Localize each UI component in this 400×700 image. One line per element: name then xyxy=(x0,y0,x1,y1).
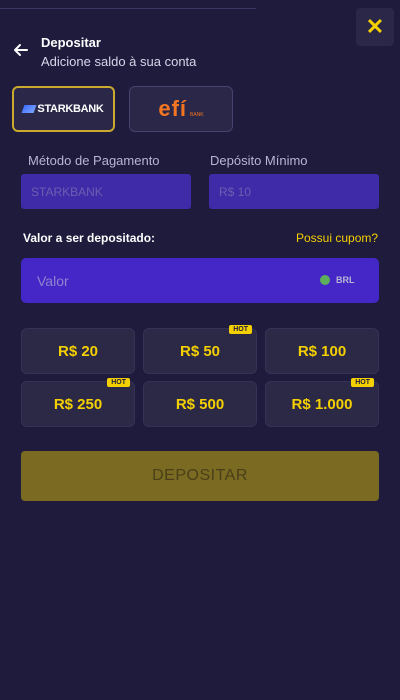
min-deposit-value: R$ 10 xyxy=(219,184,252,199)
deposit-submit-button[interactable]: DEPOSITAR xyxy=(21,451,379,501)
amount-button[interactable]: R$ 500 xyxy=(143,381,257,427)
hot-badge: HOT xyxy=(229,325,252,334)
amount-label: R$ 250 xyxy=(53,395,103,413)
page-header: Depositar Adicione saldo à sua conta xyxy=(12,36,196,69)
efi-logo: efí BANK xyxy=(158,96,204,121)
amount-label: R$ 50 xyxy=(179,342,221,360)
back-arrow-icon[interactable] xyxy=(12,41,30,59)
amount-label: R$ 500 xyxy=(175,395,225,413)
brazil-flag-icon xyxy=(320,275,330,285)
amount-button[interactable]: R$ 1.000 HOT xyxy=(265,378,379,427)
currency-code: BRL xyxy=(336,275,355,285)
top-divider xyxy=(0,8,256,9)
min-deposit-field: R$ 10 xyxy=(209,174,379,209)
hot-badge: HOT xyxy=(107,378,130,387)
amount-label: R$ 1.000 xyxy=(291,395,353,413)
page-subtitle: Adicione saldo à sua conta xyxy=(41,54,197,69)
starkbank-logo: STARKBANK xyxy=(21,103,104,115)
hot-badge: HOT xyxy=(351,378,374,387)
amount-label: R$ 20 xyxy=(57,342,99,360)
deposit-amount-label: Valor a ser depositado: xyxy=(23,231,156,245)
amount-button[interactable]: R$ 50 HOT xyxy=(143,325,257,374)
amount-label: R$ 100 xyxy=(297,342,347,360)
page-title: Depositar xyxy=(41,35,101,50)
amount-button[interactable]: R$ 20 xyxy=(21,328,135,374)
close-icon: ✕ xyxy=(365,14,385,39)
provider-efi-button[interactable]: efí BANK xyxy=(129,86,233,132)
currency-indicator: BRL xyxy=(320,275,355,285)
min-deposit-label: Depósito Mínimo xyxy=(210,153,308,168)
payment-method-field: STARKBANK xyxy=(21,174,191,209)
amount-button[interactable]: R$ 100 xyxy=(265,328,379,374)
payment-method-label: Método de Pagamento xyxy=(28,153,160,168)
provider-starkbank-button[interactable]: STARKBANK xyxy=(12,86,115,132)
amount-button[interactable]: R$ 250 HOT xyxy=(21,378,135,427)
coupon-link[interactable]: Possui cupom? xyxy=(296,231,378,245)
payment-method-value: STARKBANK xyxy=(31,184,103,199)
close-button[interactable]: ✕ xyxy=(356,8,394,46)
deposit-submit-label: DEPOSITAR xyxy=(152,467,248,484)
